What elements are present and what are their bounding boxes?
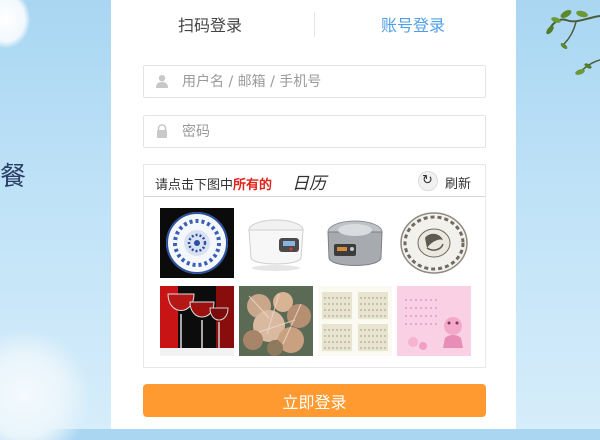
user-icon [156,75,168,88]
captcha-image-calendar-pink[interactable] [397,286,471,356]
captcha-image-rice-cooker-white[interactable] [239,208,313,278]
captcha-instruction: 请点击下图中所有的 [155,178,273,193]
captcha-image-wine-glasses[interactable] [160,286,234,356]
refresh-icon: ↻ [418,171,438,191]
password-input[interactable] [182,119,472,144]
captcha-image-grid [160,208,471,358]
captcha-image-rice-cooker-steel[interactable] [318,208,392,278]
captcha-header: 请点击下图中所有的 日历 ↻ 刷新 [144,165,485,197]
tab-divider [314,12,315,37]
captcha-image-calendar[interactable] [318,286,392,356]
background-text: 餐 [0,162,27,192]
tree-branch-decoration [546,10,600,75]
image-captcha: 请点击下图中所有的 日历 ↻ 刷新 [143,164,486,368]
cloud-decoration [0,0,30,48]
tab-scan-login[interactable]: 扫码登录 [178,12,242,36]
captcha-highlight: 所有的 [233,178,273,193]
captcha-divider [144,196,485,197]
lock-icon [157,124,167,138]
tab-account-login[interactable]: 账号登录 [381,12,445,36]
login-submit-button[interactable]: 立即登录 [143,384,486,417]
captcha-image-porcelain-plate[interactable] [160,208,234,278]
captcha-image-coral-plant[interactable] [239,286,313,356]
refresh-label: 刷新 [445,177,472,192]
cloud-decoration [0,330,90,440]
password-field[interactable] [143,115,486,148]
captcha-image-decorative-plate[interactable] [397,208,471,278]
username-input[interactable] [182,69,472,94]
username-field[interactable] [143,65,486,98]
captcha-target-word: 日历 [292,174,326,194]
login-tabs: 扫码登录 账号登录 [111,0,516,46]
login-panel: 扫码登录 账号登录 请点击下图中所有的 日历 ↻ 刷新 [111,0,516,429]
